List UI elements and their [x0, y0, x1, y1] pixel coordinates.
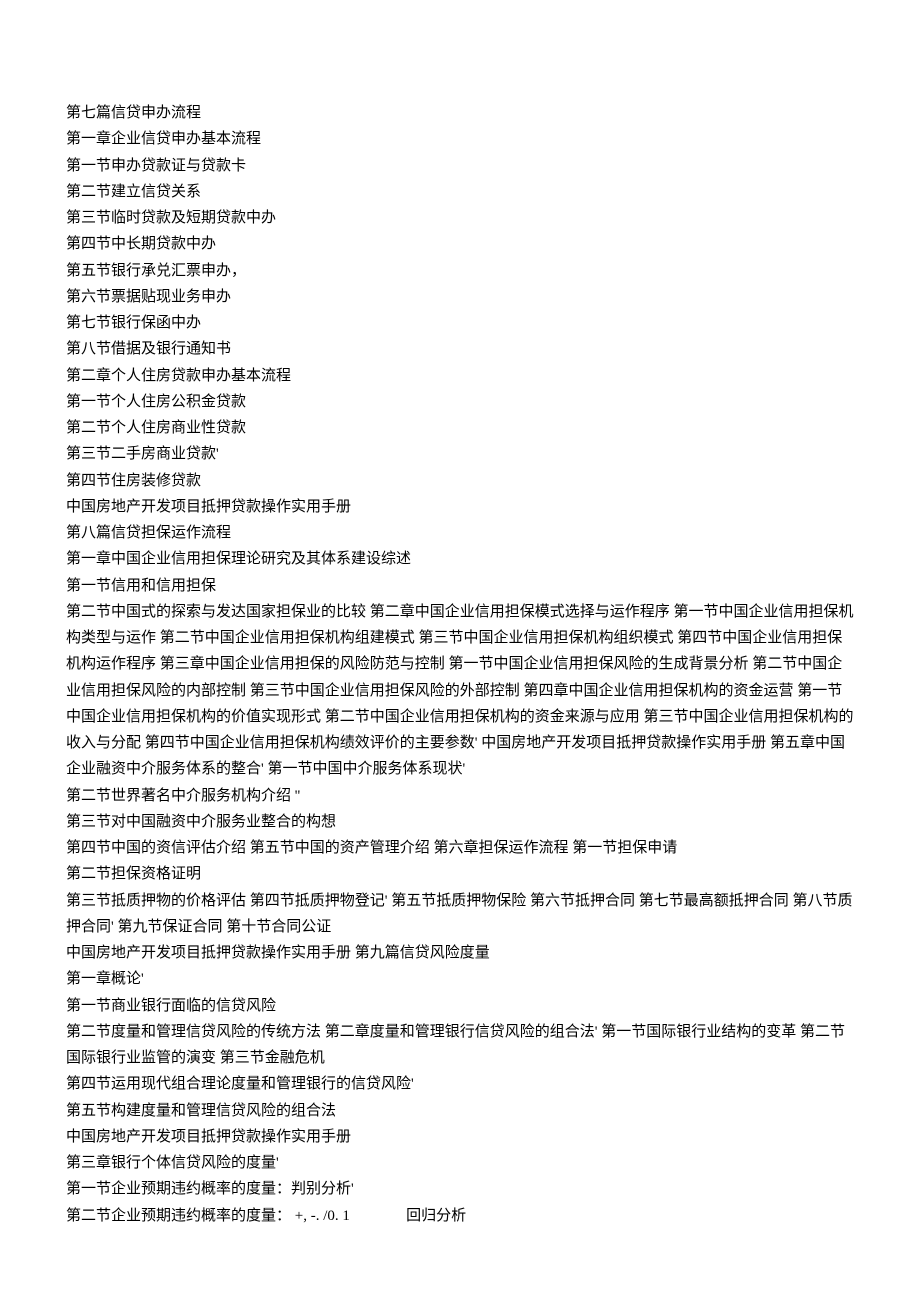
text-line: 第五节银行承兑汇票申办，: [66, 258, 854, 284]
text-line: 中国房地产开发项目抵押贷款操作实用手册 第九篇信贷风险度量: [66, 940, 854, 966]
text-line: 第一节企业预期违约概率的度量：判别分析': [66, 1176, 854, 1202]
text-line: 第一节申办贷款证与贷款卡: [66, 153, 854, 179]
text-line: 第三节临时贷款及短期贷款中办: [66, 205, 854, 231]
text-line: 第一章概论': [66, 966, 854, 992]
text-line: 第三节抵质押物的价格评估 第四节抵质押物登记' 第五节抵质押物保险 第六节抵押合…: [66, 888, 854, 941]
text-line: 第一节个人住房公积金贷款: [66, 389, 854, 415]
text-line: 第七篇信贷申办流程: [66, 100, 854, 126]
text-line: 第四节住房装修贷款: [66, 468, 854, 494]
text-line: 第五节构建度量和管理信贷风险的组合法: [66, 1098, 854, 1124]
text-line: 第二节企业预期违约概率的度量： +, -. /0. 1 回归分析: [66, 1203, 854, 1229]
text-line: 第三节对中国融资中介服务业整合的构想: [66, 809, 854, 835]
text-line: 中国房地产开发项目抵押贷款操作实用手册: [66, 494, 854, 520]
text-line: 第三章银行个体信贷风险的度量': [66, 1150, 854, 1176]
text-line: 第一章企业信贷申办基本流程: [66, 126, 854, 152]
text-line: 中国房地产开发项目抵押贷款操作实用手册: [66, 1124, 854, 1150]
text-line: 第二节个人住房商业性贷款: [66, 415, 854, 441]
text-line: 第二节中国式的探索与发达国家担保业的比较 第二章中国企业信用担保模式选择与运作程…: [66, 599, 854, 783]
text-line: 第一章中国企业信用担保理论研究及其体系建设综述: [66, 546, 854, 572]
text-line: 第八节借据及银行通知书: [66, 336, 854, 362]
text-line: 第二节世界著名中介服务机构介绍 '': [66, 783, 854, 809]
text-line: 第三节二手房商业贷款': [66, 441, 854, 467]
text-line: 第六节票据贴现业务申办: [66, 284, 854, 310]
document-body: 第七篇信贷申办流程第一章企业信贷申办基本流程第一节申办贷款证与贷款卡第二节建立信…: [66, 100, 854, 1229]
text-line: 第二节建立信贷关系: [66, 179, 854, 205]
text-line: 第八篇信贷担保运作流程: [66, 520, 854, 546]
text-line: 第二节担保资格证明: [66, 861, 854, 887]
text-line: 第二章个人住房贷款申办基本流程: [66, 363, 854, 389]
text-line: 第七节银行保函中办: [66, 310, 854, 336]
text-line: 第四节中长期贷款中办: [66, 231, 854, 257]
text-line: 第一节信用和信用担保: [66, 573, 854, 599]
text-line: 第一节商业银行面临的信贷风险: [66, 993, 854, 1019]
text-line: 第二节度量和管理信贷风险的传统方法 第二章度量和管理银行信贷风险的组合法' 第一…: [66, 1019, 854, 1072]
text-line: 第四节中国的资信评估介绍 第五节中国的资产管理介绍 第六章担保运作流程 第一节担…: [66, 835, 854, 861]
text-line: 第四节运用现代组合理论度量和管理银行的信贷风险': [66, 1071, 854, 1097]
